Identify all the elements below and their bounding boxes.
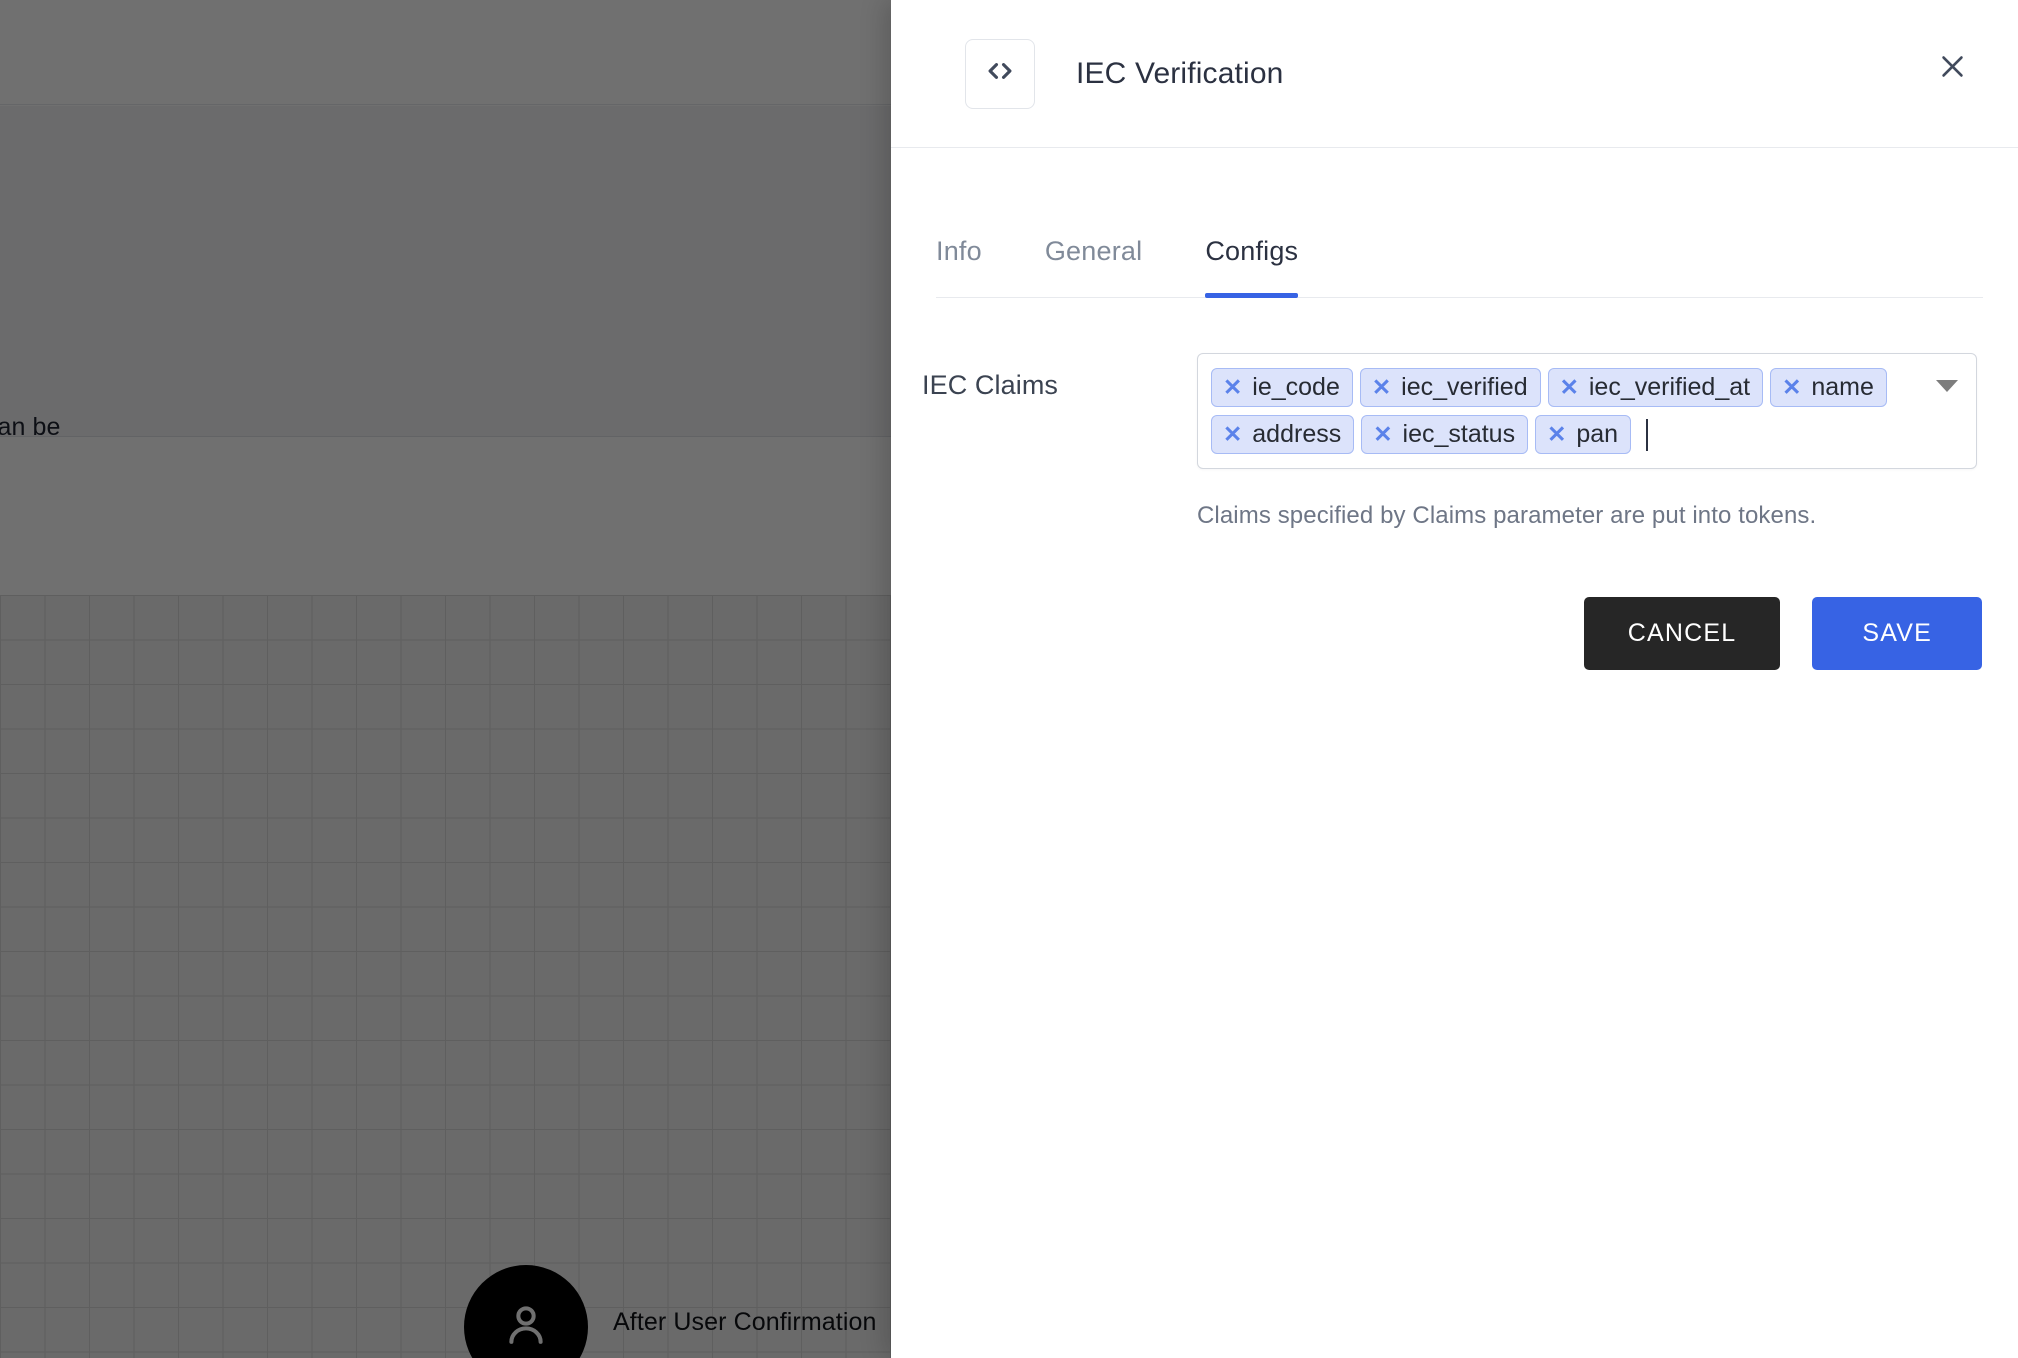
iec-claims-helper-text: Claims specified by Claims parameter are… — [1197, 502, 1817, 529]
chip-label: address — [1252, 420, 1342, 448]
panel-close-button[interactable] — [1928, 44, 1976, 92]
iec-claims-input[interactable]: ✕ ie_code ✕ iec_verified ✕ iec_verified_… — [1197, 353, 1977, 469]
chip-remove-icon[interactable]: ✕ — [1223, 376, 1242, 399]
chip-label: pan — [1576, 420, 1619, 448]
chip-address[interactable]: ✕ address — [1211, 415, 1355, 454]
code-icon — [983, 54, 1017, 93]
chip-iec_verified[interactable]: ✕ iec_verified — [1359, 368, 1541, 407]
chip-label: iec_verified_at — [1588, 373, 1751, 401]
panel-header: IEC Verification — [891, 0, 2018, 148]
chip-ie_code[interactable]: ✕ ie_code — [1211, 368, 1353, 407]
iec-claims-label: IEC Claims — [922, 370, 1059, 400]
iec-claims-row: IEC Claims ✕ ie_code ✕ iec_verified ✕ ie… — [891, 353, 2018, 469]
app-root: ser. It can be After User Confirmation I — [0, 0, 2018, 1358]
cancel-button[interactable]: CANCEL — [1583, 597, 1781, 670]
chip-label: name — [1811, 373, 1874, 401]
tab-configs[interactable]: Configs — [1205, 236, 1299, 298]
configuration-panel: IEC Verification Info General Configs IE… — [891, 0, 2018, 1358]
text-cursor — [1646, 418, 1649, 451]
chip-iec_verified_at[interactable]: ✕ iec_verified_at — [1547, 368, 1764, 407]
chips-container: ✕ ie_code ✕ iec_verified ✕ iec_verified_… — [1211, 368, 1910, 454]
save-button[interactable]: SAVE — [1812, 597, 1982, 670]
tab-general[interactable]: General — [1045, 236, 1142, 297]
panel-tabs: Info General Configs — [936, 206, 1983, 298]
chip-remove-icon[interactable]: ✕ — [1560, 376, 1579, 399]
panel-code-badge — [965, 38, 1035, 109]
chip-pan[interactable]: ✕ pan — [1535, 415, 1632, 454]
chevron-down-icon[interactable] — [1936, 380, 1958, 392]
modal-scrim[interactable] — [0, 0, 891, 1358]
chip-name[interactable]: ✕ name — [1770, 368, 1887, 407]
chip-remove-icon[interactable]: ✕ — [1223, 423, 1242, 446]
chip-remove-icon[interactable]: ✕ — [1547, 423, 1566, 446]
chip-iec_status[interactable]: ✕ iec_status — [1361, 415, 1529, 454]
chip-remove-icon[interactable]: ✕ — [1373, 423, 1392, 446]
chip-label: ie_code — [1252, 373, 1340, 401]
close-icon — [1936, 50, 1969, 86]
chip-label: iec_status — [1402, 420, 1516, 448]
panel-title: IEC Verification — [1076, 56, 1284, 90]
chip-remove-icon[interactable]: ✕ — [1372, 376, 1391, 399]
chip-label: iec_verified — [1401, 373, 1528, 401]
tab-info[interactable]: Info — [936, 236, 982, 297]
panel-actions: CANCEL SAVE — [891, 597, 2018, 670]
chip-remove-icon[interactable]: ✕ — [1782, 376, 1801, 399]
